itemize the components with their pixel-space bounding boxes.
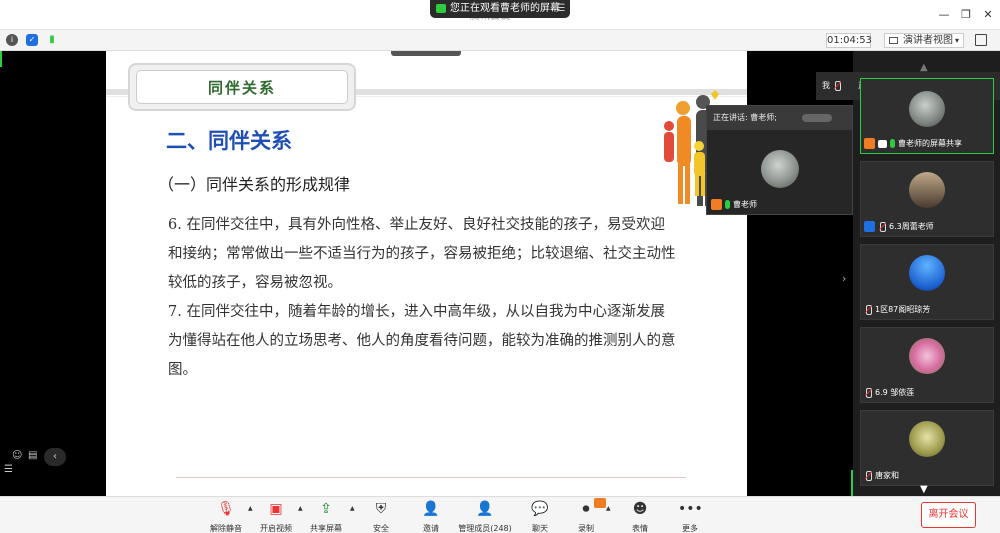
chevron-up-icon[interactable]: ▲ (350, 505, 355, 512)
shared-slide: 同伴关系 二、同伴关系 （一）同伴关系的形成规律 6. 在同伴交往中，具有外向性… (106, 51, 747, 496)
participant-tile[interactable]: 6.9 邹依莲 (860, 327, 994, 403)
start-video-button[interactable]: ▣ 开启视频 (258, 500, 294, 533)
speaker-window-header: 正在讲话: 曹老师; (707, 106, 852, 130)
avatar (909, 338, 945, 374)
shield-icon: ⛨ (375, 501, 387, 517)
mic-off-icon: 🎙 (217, 501, 235, 517)
invite-button[interactable]: 👤 邀请 (418, 500, 444, 533)
chevron-left-icon[interactable]: ‹ (44, 448, 66, 466)
chat-button[interactable]: 💬 聊天 (528, 500, 552, 533)
new-badge (594, 498, 606, 508)
participant-tile[interactable]: 6.3周蕾老师 (860, 161, 994, 237)
emoji-button[interactable]: ☻ 表情 (628, 500, 652, 533)
slide-body: 6. 在同伴交往中，具有外向性格、举止友好、良好社交技能的孩子，易受欢迎和接纳；… (168, 211, 678, 385)
security-button[interactable]: ⛨ 安全 (368, 500, 394, 533)
participant-tile[interactable]: 1区87阁昭琼芳 (860, 244, 994, 320)
slide-paragraph: 6. 在同伴交往中，具有外向性格、举止友好、良好社交技能的孩子，易受欢迎和接纳；… (168, 217, 676, 291)
chevron-up-icon[interactable]: ▲ (606, 505, 611, 512)
meeting-window: 腾讯会议 您正在观看曹老师的屏幕 ☰ — ❐ ✕ i ✓ ▮ 01:04:53 … (0, 0, 1000, 533)
avatar (909, 91, 945, 127)
blurred-name (802, 114, 832, 122)
participant-name-row: 6.3周蕾老师 (864, 220, 934, 234)
title-bar: 腾讯会议 您正在观看曹老师的屏幕 ☰ — ❐ ✕ (0, 0, 1000, 30)
chevron-down-icon: ▾ (954, 36, 959, 45)
share-screen-button[interactable]: ⇪ 共享屏幕 (308, 500, 344, 533)
avatar (909, 172, 945, 208)
emoji-icon[interactable]: ☺ (12, 450, 24, 462)
screen-share-banner[interactable]: 您正在观看曹老师的屏幕 ☰ (430, 0, 570, 18)
mic-off-icon (864, 388, 872, 398)
mic-on-icon (725, 200, 730, 209)
mic-off-icon (864, 471, 872, 481)
slide-footer-line (176, 477, 686, 478)
collapse-panel-icon[interactable]: › (842, 272, 852, 292)
chevron-down-icon[interactable]: ▼ (920, 484, 934, 495)
restore-button[interactable]: ❐ (958, 7, 974, 23)
participant-name-row: 曹老师的屏幕共享 (864, 137, 962, 151)
mic-off-icon (864, 305, 872, 315)
mic-on-icon (890, 139, 895, 148)
share-notice: 您正在观看曹老师的屏幕 (450, 3, 560, 14)
avatar (909, 421, 945, 457)
slide-title: 二、同伴关系 (166, 129, 292, 153)
mic-off-icon (878, 222, 886, 232)
speaking-indicator: 正在讲话: 曹老师; (713, 113, 777, 122)
minimize-button[interactable]: — (936, 7, 952, 23)
slide-tag: 同伴关系 (128, 63, 356, 111)
avatar (761, 150, 799, 188)
signal-icon[interactable]: ▮ (46, 34, 58, 46)
members-icon: 👤 (476, 501, 494, 517)
participant-tile[interactable]: 唐家和 (860, 410, 994, 486)
screen-share-icon (878, 139, 887, 148)
emoji-icon: ☻ (632, 501, 648, 517)
add-user-icon: 👤 (422, 501, 440, 517)
user-icon (864, 221, 875, 232)
participant-name-row: 唐家和 (864, 469, 899, 483)
host-icon (711, 199, 722, 210)
participant-name-row: 6.9 邹依莲 (864, 386, 914, 400)
chat-icon: 💬 (531, 501, 549, 517)
menu-icon[interactable]: ☰ (555, 3, 567, 15)
share-border (0, 51, 2, 67)
speaker-video-window[interactable]: 正在讲话: 曹老师; 曹老师 (706, 105, 853, 215)
speaker-name: 曹老师 (733, 200, 757, 209)
me-label: 我 (822, 72, 844, 100)
grid-icon (889, 37, 898, 44)
speaker-name-row: 曹老师 (711, 198, 757, 212)
participant-name-row: 1区87阁昭琼芳 (864, 303, 930, 317)
fullscreen-icon[interactable] (975, 34, 987, 46)
unmute-button[interactable]: 🎙 解除静音 (208, 500, 244, 533)
manage-members-button[interactable]: 👤 管理成员(248) (458, 500, 512, 533)
meeting-timer: 01:04:53 (826, 33, 872, 48)
slide-top-tab (391, 51, 461, 56)
leave-meeting-button[interactable]: 离开会议 (921, 502, 976, 528)
record-button[interactable]: ⏺ 录制 (574, 498, 606, 533)
chevron-up-icon[interactable]: ▲ (298, 505, 303, 512)
close-button[interactable]: ✕ (980, 7, 996, 23)
chat-bubble-icon[interactable]: ▤ (28, 450, 40, 462)
slide-paragraph: 7. 在同伴交往中，随着年龄的增长，进入中高年级，从以自我为中心逐渐发展为懂得站… (168, 304, 676, 378)
list-icon[interactable]: ☰ (4, 464, 13, 475)
camera-icon (436, 4, 446, 13)
chevron-up-icon[interactable]: ▲ (248, 505, 253, 512)
status-bar: i ✓ ▮ 01:04:53 演讲者视图 ▾ (0, 30, 1000, 51)
more-button[interactable]: ••• 更多 (678, 500, 703, 533)
host-icon (864, 138, 875, 149)
share-screen-icon: ⇪ (320, 501, 332, 517)
slide-tag-label: 同伴关系 (136, 70, 348, 104)
view-mode-dropdown[interactable]: 演讲者视图 ▾ (884, 33, 964, 48)
view-mode-label: 演讲者视图 (903, 35, 953, 46)
avatar (909, 255, 945, 291)
meeting-toolbar: 🎙 解除静音 ▲ ▣ 开启视频 ▲ ⇪ 共享屏幕 ▲ ⛨ 安全 👤 邀请 👤 管… (0, 496, 1000, 533)
participant-tile[interactable]: 曹老师的屏幕共享 (860, 78, 994, 154)
chevron-up-icon[interactable]: ▲ (920, 62, 934, 73)
mic-off-icon (833, 81, 841, 91)
video-off-icon: ▣ (269, 501, 283, 517)
more-icon: ••• (678, 501, 703, 517)
slide-subtitle: （一）同伴关系的形成规律 (158, 175, 351, 194)
shield-icon[interactable]: ✓ (26, 34, 38, 46)
info-icon[interactable]: i (6, 34, 18, 46)
